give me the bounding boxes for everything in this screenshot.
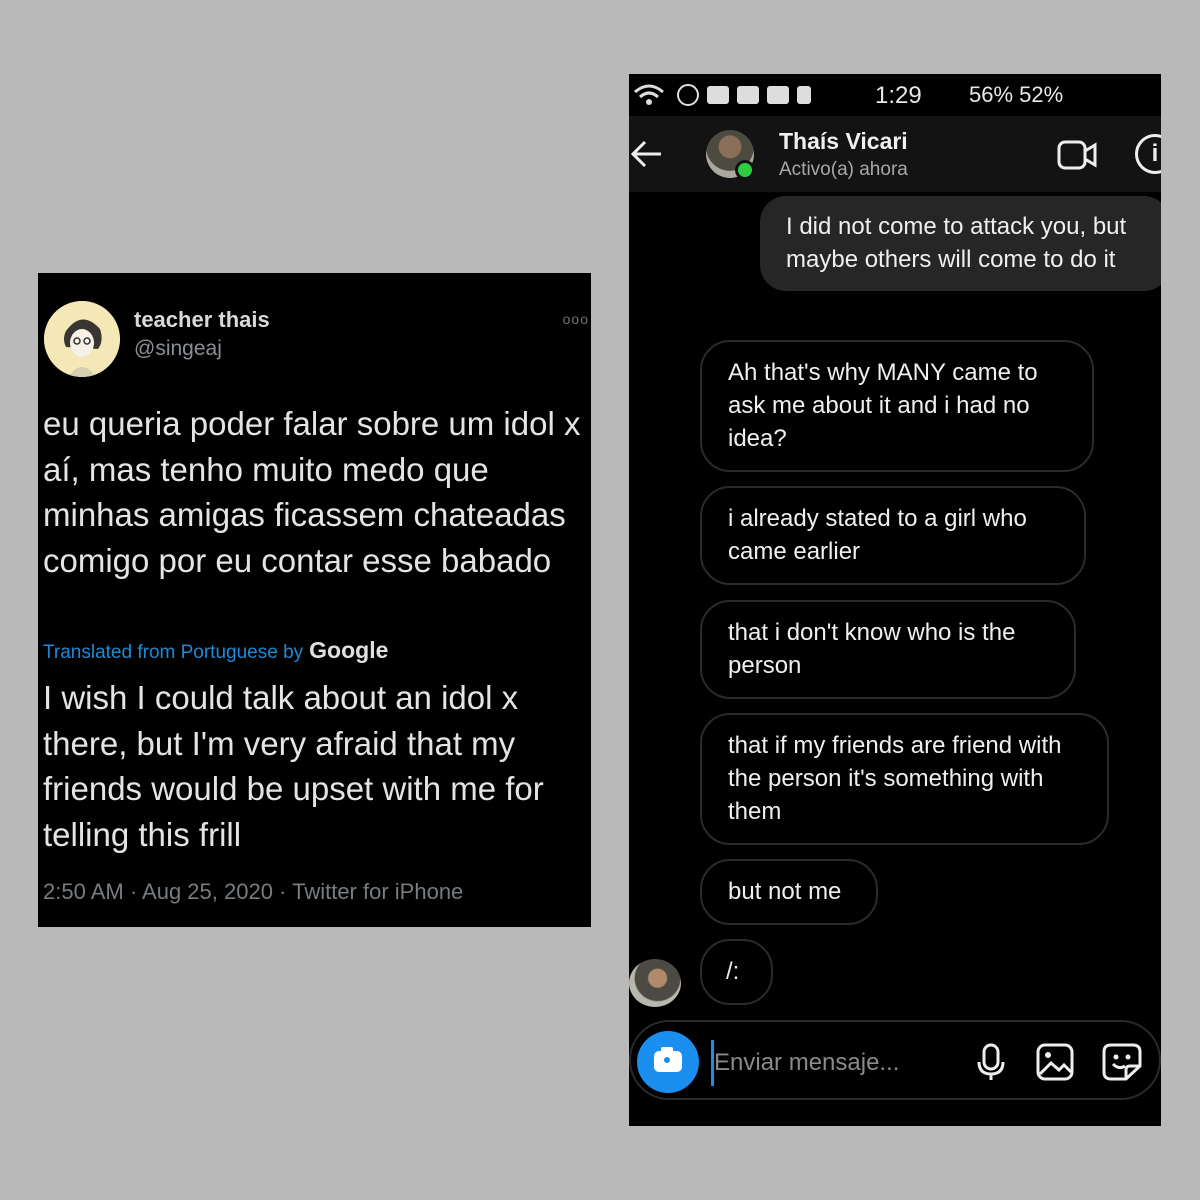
notification-icons bbox=[629, 82, 811, 108]
battery-saver-icon bbox=[797, 86, 811, 104]
sender-avatar[interactable] bbox=[629, 959, 681, 1007]
youtube-icon bbox=[737, 86, 759, 104]
wifi-icon bbox=[634, 84, 664, 105]
message-bubble-outgoing[interactable]: I did not come to attack you, but maybe … bbox=[760, 196, 1161, 291]
gallery-notification-icon bbox=[707, 86, 729, 104]
more-options-icon[interactable]: ooo bbox=[563, 311, 589, 327]
tweet-card: teacher thais @singeaj ooo eu queria pod… bbox=[38, 273, 591, 927]
message-bubble-incoming[interactable]: /: bbox=[700, 939, 773, 1005]
microphone-icon[interactable] bbox=[971, 1042, 1011, 1082]
message-bubble-incoming[interactable]: Ah that's why MANY came to ask me about … bbox=[700, 340, 1094, 472]
youtube-icon bbox=[767, 86, 789, 104]
message-bubble-incoming[interactable]: but not me bbox=[700, 859, 878, 925]
camera-icon[interactable] bbox=[637, 1031, 699, 1093]
contact-name[interactable]: Thaís Vicari bbox=[779, 128, 908, 155]
message-input[interactable] bbox=[711, 1040, 946, 1086]
status-indicators: 56% 52% bbox=[969, 82, 1064, 107]
sticker-icon[interactable] bbox=[1101, 1042, 1142, 1082]
dm-screen: 1:29 56% 52% Thaís Vicari Activo(a) ahor… bbox=[629, 74, 1161, 1126]
sync-icon bbox=[677, 84, 699, 106]
tweet-text: eu queria poder falar sobre um idol x aí… bbox=[43, 405, 581, 579]
tweet-metadata[interactable]: 2:50 AM · Aug 25, 2020 · Twitter for iPh… bbox=[43, 879, 463, 905]
online-indicator bbox=[735, 160, 755, 180]
message-bubble-incoming[interactable]: that i don't know who is the person bbox=[700, 600, 1076, 699]
conversation-header: Thaís Vicari Activo(a) ahora i bbox=[629, 116, 1161, 192]
message-bubble-incoming[interactable]: that if my friends are friend with the p… bbox=[700, 713, 1109, 845]
info-icon[interactable]: i bbox=[1135, 134, 1161, 174]
message-composer bbox=[629, 1020, 1161, 1100]
user-avatar[interactable] bbox=[44, 301, 120, 377]
image-icon[interactable] bbox=[1035, 1042, 1075, 1082]
display-name[interactable]: teacher thais bbox=[134, 307, 270, 333]
translation-label: Translated from Portuguese by bbox=[43, 642, 304, 663]
google-logo: Google bbox=[309, 637, 389, 663]
video-call-icon[interactable] bbox=[1057, 138, 1097, 172]
message-bubble-incoming[interactable]: i already stated to a girl who came earl… bbox=[700, 486, 1086, 585]
contact-status: Activo(a) ahora bbox=[779, 159, 908, 180]
translated-text: I wish I could talk about an idol x ther… bbox=[43, 679, 544, 853]
arrow-left-icon[interactable] bbox=[629, 136, 663, 178]
translation-attribution[interactable]: Translated from Portuguese by Google bbox=[43, 637, 388, 664]
status-bar: 1:29 56% 52% bbox=[629, 74, 1161, 116]
clock: 1:29 bbox=[875, 82, 922, 109]
user-handle[interactable]: @singeaj bbox=[134, 337, 222, 361]
